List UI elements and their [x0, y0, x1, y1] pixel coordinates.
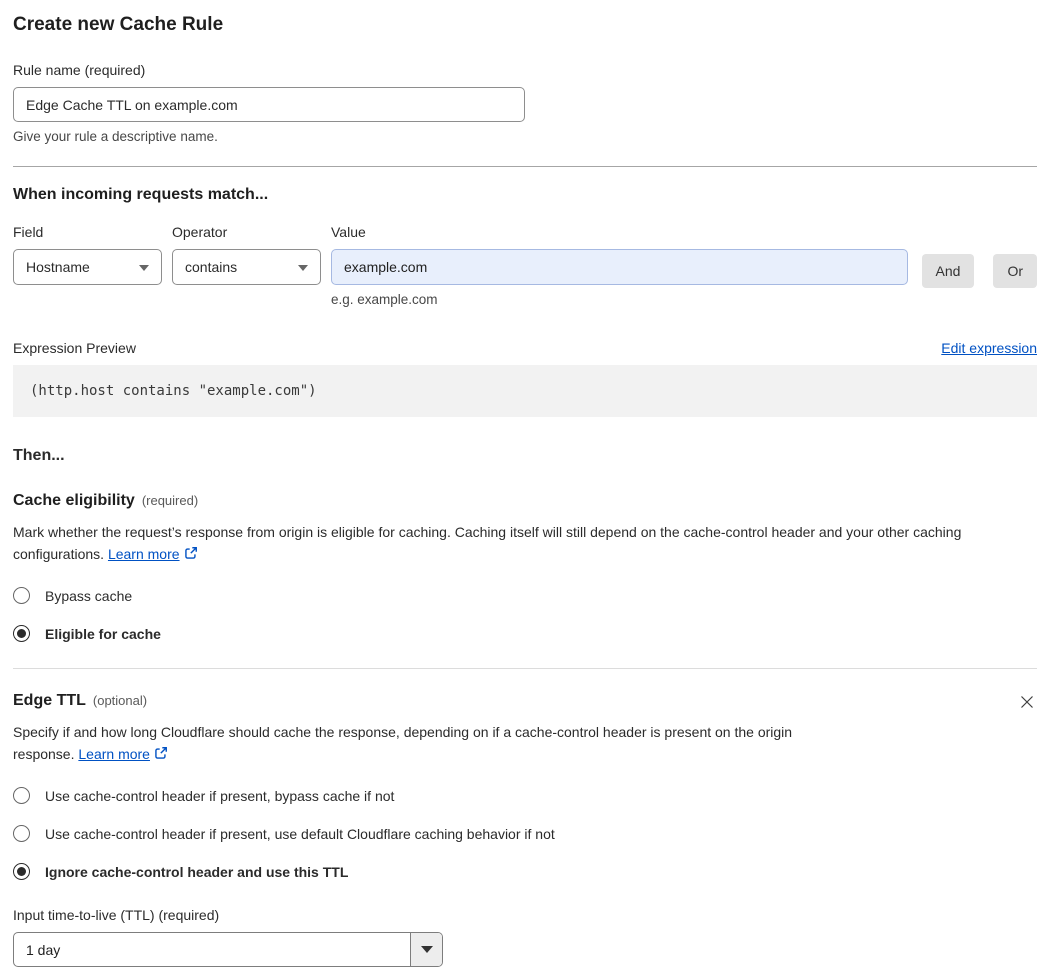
- chevron-down-icon: [420, 946, 433, 953]
- edge-ttl-options: Use cache-control header if present, byp…: [13, 787, 1037, 880]
- rule-name-label: Rule name (required): [13, 62, 146, 78]
- radio-icon[interactable]: [13, 787, 30, 804]
- cache-eligibility-header: Cache eligibility (required): [13, 492, 1037, 510]
- radio-icon[interactable]: [13, 587, 30, 604]
- operator-column: Operator contains: [172, 224, 321, 285]
- chevron-down-icon: [139, 265, 149, 271]
- close-icon[interactable]: [1017, 692, 1037, 712]
- chevron-down-icon: [298, 265, 308, 271]
- field-column: Field Hostname: [13, 224, 162, 285]
- value-input[interactable]: [331, 249, 908, 285]
- section-divider: [13, 668, 1037, 669]
- field-select-value: Hostname: [26, 259, 90, 275]
- value-help: e.g. example.com: [331, 292, 438, 307]
- radio-use-header-default[interactable]: Use cache-control header if present, use…: [13, 825, 1037, 842]
- and-button[interactable]: And: [921, 254, 975, 288]
- edge-ttl-qualifier: (optional): [92, 693, 148, 708]
- expression-code-box: (http.host contains "example.com"): [13, 365, 1037, 417]
- or-button[interactable]: Or: [993, 254, 1037, 288]
- external-link-icon: [154, 745, 168, 767]
- then-heading: Then...: [13, 447, 65, 464]
- edge-ttl-header: Edge TTL (optional): [13, 692, 1037, 712]
- radio-use-header-bypass[interactable]: Use cache-control header if present, byp…: [13, 787, 1037, 804]
- page-title: Create new Cache Rule: [13, 14, 224, 35]
- cache-eligibility-qualifier: (required): [141, 493, 199, 508]
- cache-eligibility-options: Bypass cache Eligible for cache: [13, 587, 1037, 642]
- radio-icon[interactable]: [13, 863, 30, 880]
- ttl-select-value: 1 day: [26, 941, 61, 958]
- ttl-select-arrow-button[interactable]: [410, 933, 442, 966]
- edge-ttl-description: Specify if and how long Cloudflare shoul…: [13, 722, 853, 766]
- edge-ttl-title: Edge TTL: [13, 692, 86, 709]
- value-column: Value e.g. example.com: [331, 224, 908, 307]
- radio-eligible-for-cache[interactable]: Eligible for cache: [13, 625, 1037, 642]
- value-label: Value: [331, 224, 366, 240]
- radio-icon[interactable]: [13, 825, 30, 842]
- edge-ttl-title-wrap: Edge TTL (optional): [13, 692, 147, 710]
- learn-more-link[interactable]: Learn more: [108, 546, 180, 562]
- expression-header: Expression Preview Edit expression: [13, 340, 1037, 356]
- connector-buttons: And Or: [921, 253, 1037, 288]
- operator-label: Operator: [172, 224, 228, 240]
- field-label: Field: [13, 224, 44, 240]
- section-divider: [13, 166, 1037, 167]
- radio-ignore-header-use-ttl[interactable]: Ignore cache-control header and use this…: [13, 863, 1037, 880]
- ttl-label: Input time-to-live (TTL) (required): [13, 907, 220, 923]
- external-link-icon: [184, 545, 198, 567]
- create-cache-rule-form: Create new Cache Rule Rule name (require…: [0, 0, 1058, 967]
- match-expression-row: Field Hostname Operator contains Value e…: [13, 224, 1037, 307]
- match-heading: When incoming requests match...: [13, 186, 269, 203]
- operator-select-value: contains: [185, 259, 238, 275]
- operator-select[interactable]: contains: [172, 249, 321, 285]
- radio-bypass-cache[interactable]: Bypass cache: [13, 587, 1037, 604]
- cache-eligibility-title: Cache eligibility: [13, 492, 135, 509]
- expression-preview-label: Expression Preview: [13, 340, 136, 356]
- ttl-select[interactable]: 1 day: [13, 932, 443, 967]
- rule-name-help: Give your rule a descriptive name.: [13, 129, 218, 144]
- edit-expression-link[interactable]: Edit expression: [941, 340, 1037, 356]
- rule-name-input[interactable]: [13, 87, 525, 122]
- cache-eligibility-description: Mark whether the request’s response from…: [13, 522, 1037, 566]
- radio-icon[interactable]: [13, 625, 30, 642]
- field-select[interactable]: Hostname: [13, 249, 162, 285]
- learn-more-link[interactable]: Learn more: [78, 746, 150, 762]
- expression-code: (http.host contains "example.com"): [30, 383, 317, 399]
